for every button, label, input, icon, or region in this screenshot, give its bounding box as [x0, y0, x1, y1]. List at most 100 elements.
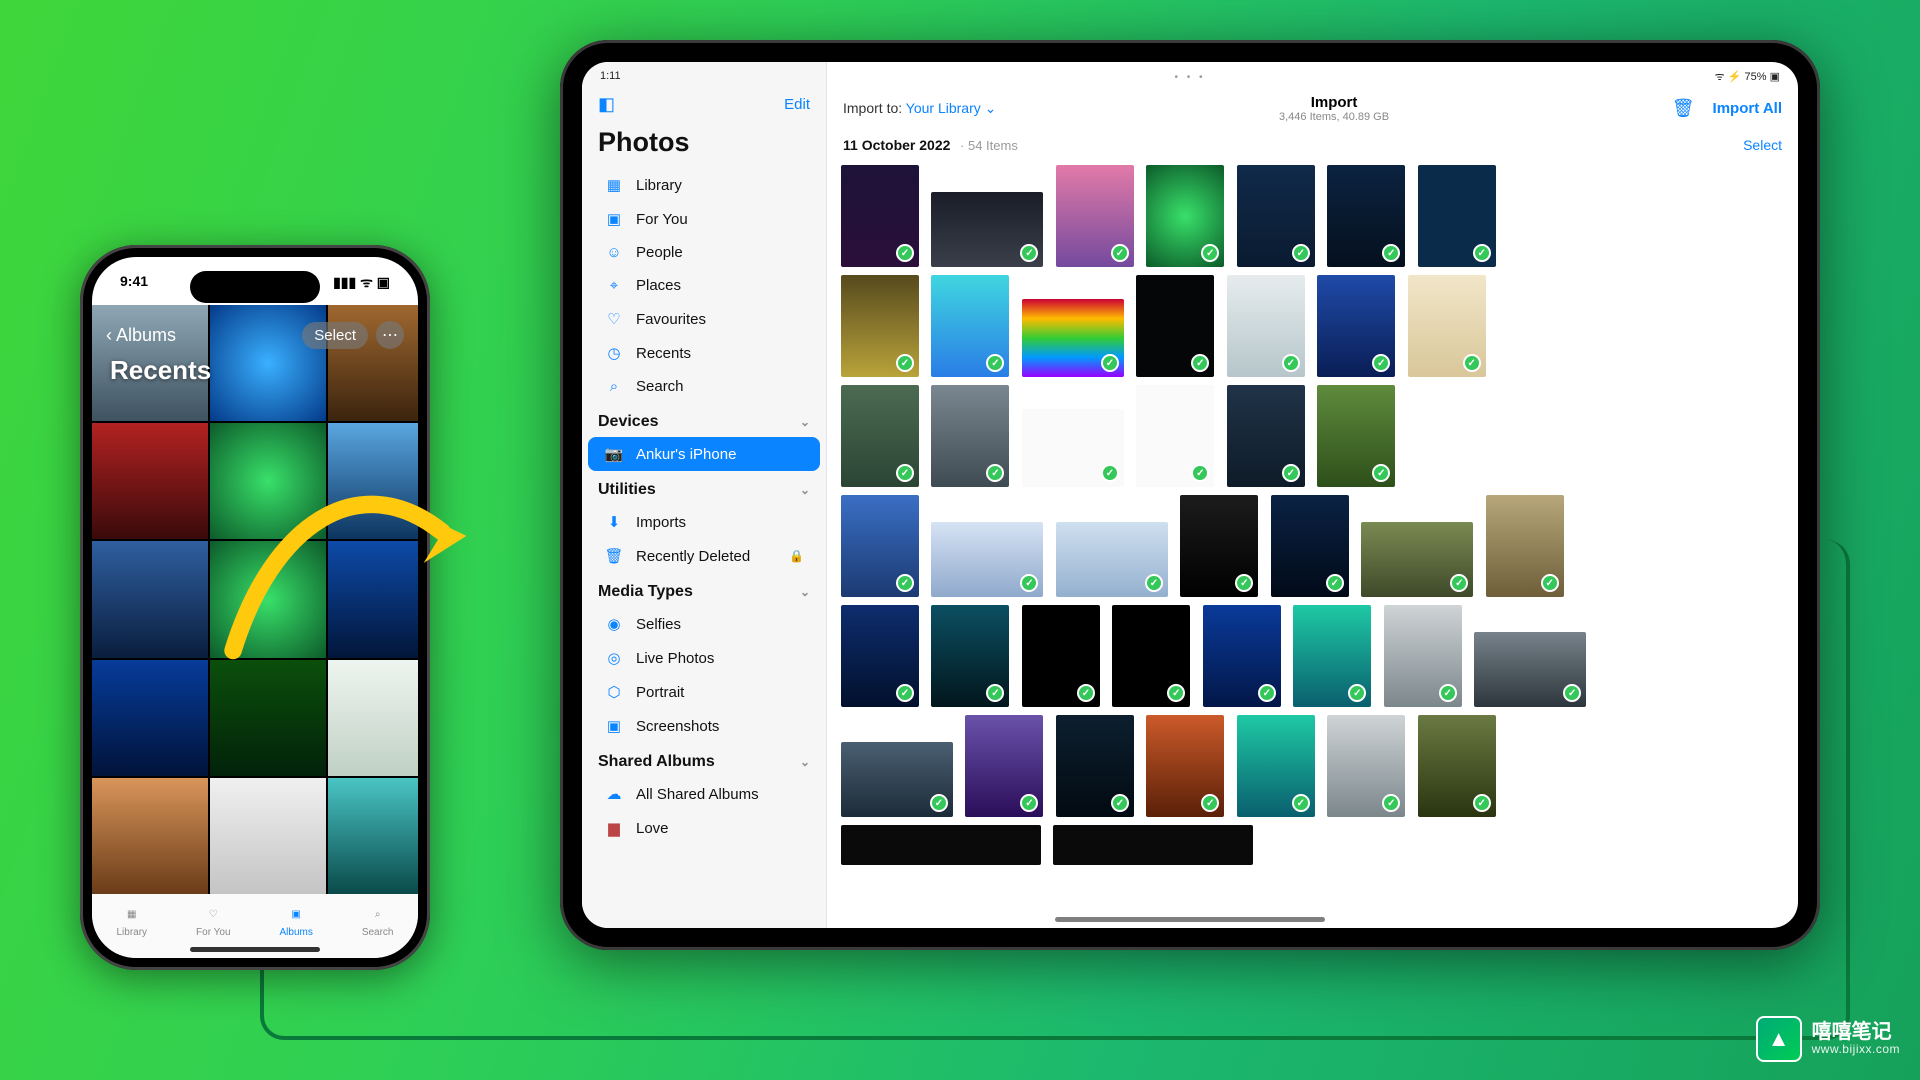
photo-thumb[interactable]: [1146, 715, 1224, 817]
heart-icon: ♡: [604, 310, 624, 328]
import-all-button[interactable]: Import All: [1713, 100, 1782, 117]
photo-thumb[interactable]: [1022, 605, 1100, 707]
sidebar-item-screenshots[interactable]: ▣Screenshots: [588, 709, 820, 743]
photo-thumb[interactable]: [841, 825, 1041, 865]
iphone-time: 9:41: [120, 273, 148, 303]
import-destination-link[interactable]: Your Library ⌄: [906, 100, 997, 116]
sidebar-item-people[interactable]: ☺People: [588, 236, 820, 269]
photo-thumb[interactable]: [1418, 715, 1496, 817]
photo-thumb[interactable]: [210, 660, 326, 776]
photo-thumb[interactable]: [1384, 605, 1462, 707]
photo-thumb[interactable]: [841, 165, 919, 267]
sidebar-item-library[interactable]: ▦Library: [588, 168, 820, 202]
photo-thumb[interactable]: [1180, 495, 1258, 597]
photo-thumb[interactable]: [1486, 495, 1564, 597]
photo-thumb[interactable]: [841, 742, 953, 817]
photo-thumb[interactable]: [1203, 605, 1281, 707]
photo-thumb[interactable]: [1112, 605, 1190, 707]
photo-thumb[interactable]: [328, 660, 418, 776]
import-grid[interactable]: [827, 161, 1798, 928]
more-button[interactable]: ⋯: [376, 321, 404, 349]
sidebar-item-places[interactable]: ⌖Places: [588, 269, 820, 302]
sidebar-item-love[interactable]: ▆Love: [588, 811, 820, 845]
photo-thumb[interactable]: [931, 605, 1009, 707]
library-icon: ▦: [604, 176, 624, 194]
sidebar-item-search[interactable]: ⌕Search: [588, 370, 820, 403]
photo-thumb[interactable]: [328, 778, 418, 894]
photo-thumb[interactable]: [841, 605, 919, 707]
photo-thumb[interactable]: [92, 541, 208, 657]
photo-thumb[interactable]: [328, 541, 418, 657]
sidebar-item-portrait[interactable]: ⬡Portrait: [588, 675, 820, 709]
photo-thumb[interactable]: [1227, 275, 1305, 377]
photo-thumb[interactable]: [210, 423, 326, 539]
select-button[interactable]: Select: [302, 322, 368, 349]
photo-thumb[interactable]: [1056, 715, 1134, 817]
people-icon: ☺: [604, 244, 624, 261]
sidebar-item-selfies[interactable]: ◉Selfies: [588, 607, 820, 641]
sidebar-item-foryou[interactable]: ▣For You: [588, 202, 820, 236]
section-media-types[interactable]: Media Types⌄: [582, 573, 826, 607]
back-button[interactable]: ‹ Albums: [106, 325, 176, 346]
photo-thumb[interactable]: [965, 715, 1043, 817]
photo-thumb[interactable]: [1317, 385, 1395, 487]
section-shared-albums[interactable]: Shared Albums⌄: [582, 743, 826, 777]
photo-thumb[interactable]: [1022, 299, 1124, 377]
check-icon: [1111, 794, 1129, 812]
photo-thumb[interactable]: [841, 495, 919, 597]
photo-thumb[interactable]: [1361, 522, 1473, 597]
tab-library[interactable]: ▦Library: [116, 905, 147, 938]
photo-thumb[interactable]: [1418, 165, 1496, 267]
photo-thumb[interactable]: [1056, 522, 1168, 597]
tab-albums[interactable]: ▣Albums: [279, 905, 312, 938]
select-button[interactable]: Select: [1743, 137, 1782, 153]
sidebar-toggle-icon[interactable]: ◧: [598, 94, 615, 115]
section-utilities[interactable]: Utilities⌄: [582, 471, 826, 505]
photo-thumb[interactable]: [92, 778, 208, 894]
sidebar-item-recently-deleted[interactable]: 🗑Recently Deleted🔒: [588, 539, 820, 573]
sidebar-item-live-photos[interactable]: ◎Live Photos: [588, 641, 820, 675]
edit-button[interactable]: Edit: [784, 96, 810, 113]
section-devices[interactable]: Devices⌄: [582, 403, 826, 437]
photo-thumb[interactable]: [1146, 165, 1224, 267]
photo-thumb[interactable]: [931, 275, 1009, 377]
sidebar-item-all-shared[interactable]: ☁All Shared Albums: [588, 777, 820, 811]
photo-thumb[interactable]: [841, 385, 919, 487]
sidebar-item-recents[interactable]: ◷Recents: [588, 336, 820, 370]
photo-thumb[interactable]: [1237, 715, 1315, 817]
photo-thumb[interactable]: [1053, 825, 1253, 865]
photo-thumb[interactable]: [1022, 409, 1124, 487]
check-icon: [1282, 354, 1300, 372]
sidebar-item-favourites[interactable]: ♡Favourites: [588, 302, 820, 336]
sidebar-item-imports[interactable]: ⬇Imports: [588, 505, 820, 539]
iphone-photo-grid[interactable]: [92, 305, 418, 894]
photo-thumb[interactable]: [1136, 385, 1214, 487]
photo-thumb[interactable]: [92, 423, 208, 539]
photo-thumb[interactable]: [210, 541, 326, 657]
sidebar-item-device-iphone[interactable]: 📷Ankur's iPhone: [588, 437, 820, 471]
photo-thumb[interactable]: [92, 660, 208, 776]
photo-thumb[interactable]: [1327, 715, 1405, 817]
lock-icon: 🔒: [789, 549, 804, 563]
photo-thumb[interactable]: [210, 778, 326, 894]
photo-thumb[interactable]: [841, 275, 919, 377]
photo-thumb[interactable]: [1317, 275, 1395, 377]
photo-thumb[interactable]: [1327, 165, 1405, 267]
tab-foryou[interactable]: ♡For You: [196, 905, 230, 938]
import-to[interactable]: Import to: Your Library ⌄: [843, 100, 996, 117]
photo-thumb[interactable]: [931, 385, 1009, 487]
delete-button[interactable]: 🗑: [1672, 98, 1695, 119]
photo-thumb[interactable]: [328, 423, 418, 539]
trash-icon: 🗑: [604, 547, 624, 565]
photo-thumb[interactable]: [1237, 165, 1315, 267]
tab-search[interactable]: ⌕Search: [362, 905, 394, 938]
photo-thumb[interactable]: [1136, 275, 1214, 377]
photo-thumb[interactable]: [1474, 632, 1586, 707]
photo-thumb[interactable]: [1271, 495, 1349, 597]
photo-thumb[interactable]: [1408, 275, 1486, 377]
photo-thumb[interactable]: [1056, 165, 1134, 267]
photo-thumb[interactable]: [1227, 385, 1305, 487]
photo-thumb[interactable]: [931, 522, 1043, 597]
photo-thumb[interactable]: [1293, 605, 1371, 707]
photo-thumb[interactable]: [931, 192, 1043, 267]
